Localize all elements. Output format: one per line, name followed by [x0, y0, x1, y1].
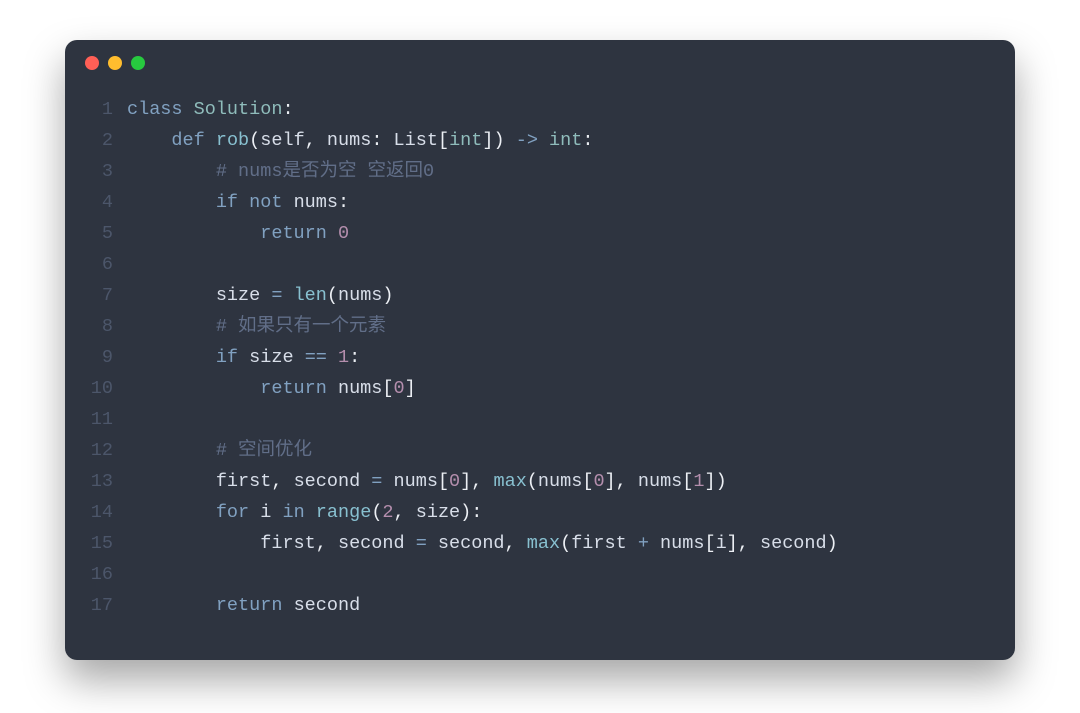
- line-number: 15: [65, 528, 127, 559]
- code-line: 7 size = len(nums): [65, 280, 1015, 311]
- minimize-icon[interactable]: [108, 56, 122, 70]
- code-line: 5 return 0: [65, 218, 1015, 249]
- line-number: 6: [65, 249, 127, 280]
- code-line: 17 return second: [65, 590, 1015, 621]
- code-content: return 0: [127, 218, 1015, 249]
- code-line: 16: [65, 559, 1015, 590]
- line-number: 5: [65, 218, 127, 249]
- window-titlebar: [65, 40, 1015, 86]
- code-content: first, second = second, max(first + nums…: [127, 528, 1015, 559]
- close-icon[interactable]: [85, 56, 99, 70]
- code-content: [127, 249, 1015, 280]
- line-number: 10: [65, 373, 127, 404]
- code-editor[interactable]: 1class Solution:2 def rob(self, nums: Li…: [65, 86, 1015, 621]
- code-content: first, second = nums[0], max(nums[0], nu…: [127, 466, 1015, 497]
- code-content: return second: [127, 590, 1015, 621]
- line-number: 7: [65, 280, 127, 311]
- code-line: 3 # nums是否为空 空返回0: [65, 156, 1015, 187]
- code-content: def rob(self, nums: List[int]) -> int:: [127, 125, 1015, 156]
- line-number: 11: [65, 404, 127, 435]
- code-line: 15 first, second = second, max(first + n…: [65, 528, 1015, 559]
- code-line: 8 # 如果只有一个元素: [65, 311, 1015, 342]
- line-number: 8: [65, 311, 127, 342]
- code-content: for i in range(2, size):: [127, 497, 1015, 528]
- line-number: 3: [65, 156, 127, 187]
- line-number: 4: [65, 187, 127, 218]
- code-line: 4 if not nums:: [65, 187, 1015, 218]
- code-line: 6: [65, 249, 1015, 280]
- line-number: 14: [65, 497, 127, 528]
- line-number: 2: [65, 125, 127, 156]
- code-content: [127, 404, 1015, 435]
- code-content: if size == 1:: [127, 342, 1015, 373]
- code-content: [127, 559, 1015, 590]
- line-number: 16: [65, 559, 127, 590]
- code-content: return nums[0]: [127, 373, 1015, 404]
- code-window: 1class Solution:2 def rob(self, nums: Li…: [65, 40, 1015, 660]
- code-content: class Solution:: [127, 94, 1015, 125]
- code-content: # nums是否为空 空返回0: [127, 156, 1015, 187]
- code-line: 1class Solution:: [65, 94, 1015, 125]
- code-line: 11: [65, 404, 1015, 435]
- code-content: if not nums:: [127, 187, 1015, 218]
- code-content: # 如果只有一个元素: [127, 311, 1015, 342]
- code-line: 2 def rob(self, nums: List[int]) -> int:: [65, 125, 1015, 156]
- code-content: # 空间优化: [127, 435, 1015, 466]
- code-content: size = len(nums): [127, 280, 1015, 311]
- code-line: 12 # 空间优化: [65, 435, 1015, 466]
- code-line: 14 for i in range(2, size):: [65, 497, 1015, 528]
- line-number: 13: [65, 466, 127, 497]
- code-line: 13 first, second = nums[0], max(nums[0],…: [65, 466, 1015, 497]
- line-number: 9: [65, 342, 127, 373]
- line-number: 12: [65, 435, 127, 466]
- code-line: 9 if size == 1:: [65, 342, 1015, 373]
- line-number: 1: [65, 94, 127, 125]
- line-number: 17: [65, 590, 127, 621]
- zoom-icon[interactable]: [131, 56, 145, 70]
- code-line: 10 return nums[0]: [65, 373, 1015, 404]
